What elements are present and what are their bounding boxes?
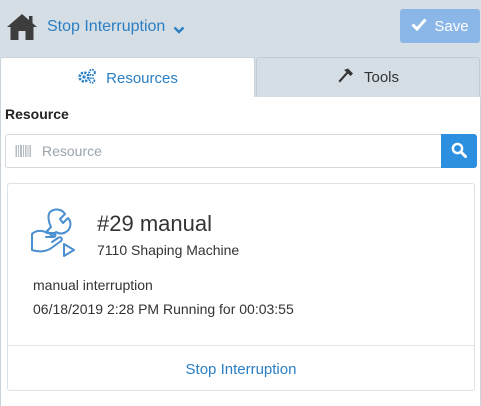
machine-name: 7110 Shaping Machine (97, 242, 240, 258)
tab-tools-label: Tools (363, 69, 400, 86)
check-icon (411, 17, 428, 35)
resources-panel: Resource Resource #29 manual 7110 Shapin… (0, 97, 481, 406)
interruption-title: #29 manual (97, 211, 212, 236)
resource-search (5, 134, 477, 168)
save-label: Save (434, 17, 469, 35)
card-divider (8, 345, 474, 346)
hammer-icon (337, 67, 355, 89)
wrench-hand-icon (28, 206, 84, 258)
save-button[interactable]: Save (400, 9, 480, 43)
resource-search-input[interactable] (5, 134, 441, 168)
home-icon[interactable] (5, 11, 39, 43)
search-icon (451, 142, 467, 161)
tab-resources-label: Resources (106, 69, 178, 87)
search-button[interactable] (441, 134, 477, 168)
resource-section-label: Resource (5, 106, 69, 122)
page-title-dropdown[interactable]: Stop Interruption (47, 18, 185, 36)
stop-interruption-link[interactable]: Stop Interruption (8, 361, 474, 378)
chevron-down-icon (173, 22, 185, 34)
interruption-status: 06/18/2019 2:28 PM Running for 00:03:55 (33, 301, 294, 317)
tab-tools[interactable]: Tools (256, 57, 480, 98)
tab-bar: Resources Tools (0, 57, 481, 98)
barcode-icon (15, 144, 31, 158)
interruption-card: #29 manual 7110 Shaping Machine manual i… (7, 183, 475, 391)
interruption-reason: manual interruption (33, 277, 153, 293)
page-title: Stop Interruption (47, 18, 166, 35)
tab-resources[interactable]: Resources (0, 57, 255, 98)
gears-icon (77, 68, 97, 88)
header-bar: Stop Interruption Save (0, 0, 481, 57)
